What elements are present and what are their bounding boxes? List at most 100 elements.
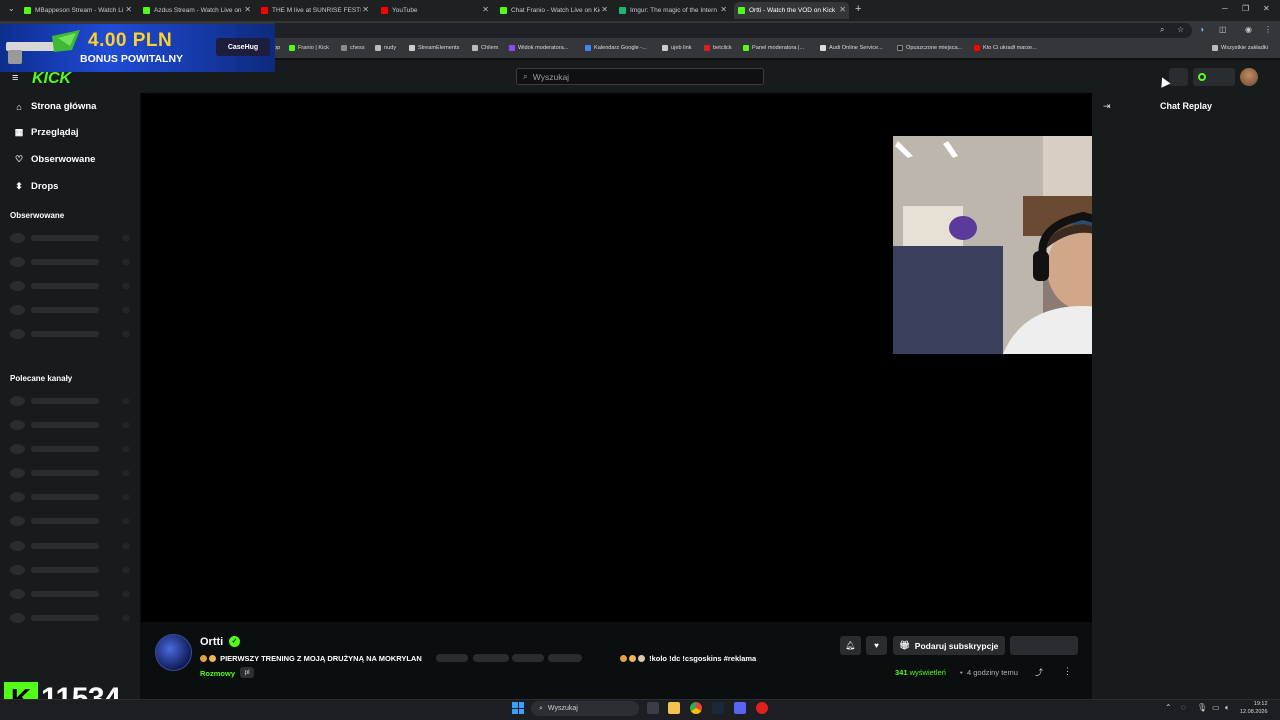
browser-tab[interactable]: Azdus Stream - Watch Live on ✕ xyxy=(139,2,254,19)
bookmark-item[interactable]: StreamElements xyxy=(409,45,459,51)
bookmark-item[interactable]: Franio | Kick xyxy=(289,45,329,51)
more-options-icon[interactable]: ⋮ xyxy=(1063,666,1072,677)
close-icon[interactable]: ✕ xyxy=(482,5,489,14)
notification-button[interactable]: 🔔︎ xyxy=(840,636,861,655)
bookmark-item[interactable]: Kalendarz Google -... xyxy=(585,45,647,51)
kick-logo[interactable]: KICK xyxy=(32,70,71,88)
network-icon[interactable]: ▭ xyxy=(1212,703,1220,712)
header-status-button[interactable] xyxy=(1193,68,1235,86)
bookmark-item[interactable]: Widok moderatora... xyxy=(509,45,568,51)
browser-tab[interactable]: Imgur: The magic of the Intern ✕ xyxy=(615,2,730,19)
bookmark-item[interactable]: betclick xyxy=(704,45,732,51)
windows-start-icon[interactable] xyxy=(512,702,524,714)
chat-panel xyxy=(1092,93,1280,699)
close-icon[interactable]: ✕ xyxy=(720,5,727,14)
bell-icon: 🔔︎ xyxy=(845,641,856,650)
bookmark-item[interactable]: Audi Online Service... xyxy=(820,45,883,51)
browser-menu-icon[interactable]: ⋮ xyxy=(1264,25,1272,34)
browser-tab-active[interactable]: Ortti - Watch the VOD on Kick ✕ xyxy=(734,2,849,19)
menu-icon[interactable]: ≡ xyxy=(12,72,18,84)
close-icon[interactable]: ✕ xyxy=(125,5,132,14)
bookmark-item[interactable]: Kto Ci ukradł marze... xyxy=(974,45,1037,51)
recommended-section-title: Polecane kanały xyxy=(10,374,73,383)
browser-tab[interactable]: THE M live at SUNRISE FESTIVA ✕ xyxy=(257,2,372,19)
bookmark-item[interactable]: Chilem xyxy=(472,45,498,51)
share-icon[interactable]: ⤴ xyxy=(1035,667,1043,678)
emote-placeholder xyxy=(473,654,509,662)
bookmark-item[interactable]: nudy xyxy=(375,45,396,51)
kick-favicon xyxy=(289,45,295,51)
follow-button[interactable]: ♥ xyxy=(866,636,887,655)
link-icon xyxy=(662,45,668,51)
zoom-icon[interactable]: ⌕ xyxy=(1160,25,1164,35)
profile-icon[interactable]: ◉ xyxy=(1245,25,1252,34)
tab-title: Chat Franio - Watch Live on Kic xyxy=(511,7,600,14)
maximize-icon[interactable]: ❐ xyxy=(1242,4,1249,13)
youtube-favicon xyxy=(261,7,268,14)
tray-chevron-icon[interactable]: ⌃ xyxy=(1165,703,1172,712)
sidebar-item-following[interactable]: ♡ Obserwowane xyxy=(12,154,95,165)
kick-favicon xyxy=(738,7,745,14)
channel-skeleton xyxy=(10,396,135,406)
new-tab-icon[interactable]: + xyxy=(855,3,861,15)
task-view-icon[interactable] xyxy=(647,702,659,714)
browser-tab[interactable]: YouTube ✕ xyxy=(377,2,492,19)
stream-title-text: PIERWSZY TRENING Z MOJĄ DRUŻYNĄ NA MOKRY… xyxy=(220,654,422,663)
address-bar[interactable] xyxy=(270,23,1192,38)
emoji-icon xyxy=(200,655,207,662)
category-link[interactable]: Rozmowy xyxy=(200,669,235,678)
sidebar-item-browse[interactable]: ▦ Przeglądaj xyxy=(12,127,79,138)
extension-icon[interactable]: ◗ xyxy=(1200,25,1205,34)
close-icon[interactable]: ✕ xyxy=(362,5,369,14)
collapse-chat-icon[interactable]: ⇥ xyxy=(1103,101,1111,112)
tab-search-icon[interactable]: ⌄ xyxy=(8,4,15,13)
bookmark-item[interactable]: ujeb link xyxy=(662,45,692,51)
browse-icon: ▦ xyxy=(14,127,24,137)
taskbar-search[interactable]: ⌕ Wyszukaj xyxy=(531,701,639,716)
channel-skeleton xyxy=(10,281,135,291)
header-button[interactable] xyxy=(1169,68,1188,86)
language-badge[interactable]: pl xyxy=(240,667,254,678)
emoji-icon xyxy=(209,655,216,662)
clock-time: 19:12 xyxy=(1253,701,1268,707)
close-icon[interactable]: ✕ xyxy=(601,5,608,14)
separator-dot: • xyxy=(960,668,963,677)
subscribe-button[interactable] xyxy=(1010,636,1078,655)
steam-icon[interactable] xyxy=(712,702,724,714)
all-bookmarks[interactable]: Wszystkie zakładki xyxy=(1212,45,1268,51)
heart-icon: ♡ xyxy=(14,154,24,164)
browser-tab[interactable]: Chat Franio - Watch Live on Kic ✕ xyxy=(496,2,611,19)
system-clock[interactable]: 19:12 12.08.2026 xyxy=(1240,700,1268,716)
file-explorer-icon[interactable] xyxy=(668,702,680,714)
discord-icon[interactable] xyxy=(734,702,746,714)
tray-icon[interactable]: ◌ xyxy=(1181,703,1186,712)
close-icon[interactable]: ✕ xyxy=(244,5,251,14)
stream-title: PIERWSZY TRENING Z MOJĄ DRUŻYNĄ NA MOKRY… xyxy=(200,654,422,663)
bookmark-item[interactable]: chess xyxy=(341,45,365,51)
channel-avatar[interactable] xyxy=(155,634,192,671)
user-avatar[interactable] xyxy=(1240,68,1258,86)
volume-icon[interactable]: 🔈︎ xyxy=(1225,703,1230,713)
channel-skeleton xyxy=(10,233,135,243)
minimize-icon[interactable]: ─ xyxy=(1222,4,1228,13)
window-close-icon[interactable]: ✕ xyxy=(1263,4,1270,13)
app-icon[interactable] xyxy=(756,702,768,714)
microphone-icon[interactable]: 🎙︎ xyxy=(1197,703,1207,712)
sidebar-item-drops[interactable]: ⬍ Drops xyxy=(12,181,58,192)
search-input[interactable]: ⌕ Wyszukaj xyxy=(516,68,764,85)
emoji-icon xyxy=(638,655,645,662)
channel-name[interactable]: Ortti xyxy=(200,636,223,648)
channel-skeleton xyxy=(10,589,135,599)
tab-title: MBappeson Stream - Watch Li xyxy=(35,7,124,14)
chrome-icon[interactable] xyxy=(690,702,702,714)
bookmark-item[interactable]: Opuszczone miejsca... xyxy=(897,45,962,51)
extensions-puzzle-icon[interactable]: ◫ xyxy=(1219,25,1227,34)
gift-subscription-button[interactable]: 🎁︎ Podaruj subskrypcje xyxy=(893,636,1005,655)
youtube-favicon xyxy=(974,45,980,51)
bookmark-item[interactable]: Panel moderatora |... xyxy=(743,45,804,51)
bookmark-star-icon[interactable]: ☆ xyxy=(1177,25,1184,34)
channel-skeleton xyxy=(10,565,135,575)
close-icon[interactable]: ✕ xyxy=(839,5,846,14)
browser-tab[interactable]: MBappeson Stream - Watch Li ✕ xyxy=(20,2,135,19)
sidebar-item-home[interactable]: ⌂ Strona główna xyxy=(12,101,96,112)
